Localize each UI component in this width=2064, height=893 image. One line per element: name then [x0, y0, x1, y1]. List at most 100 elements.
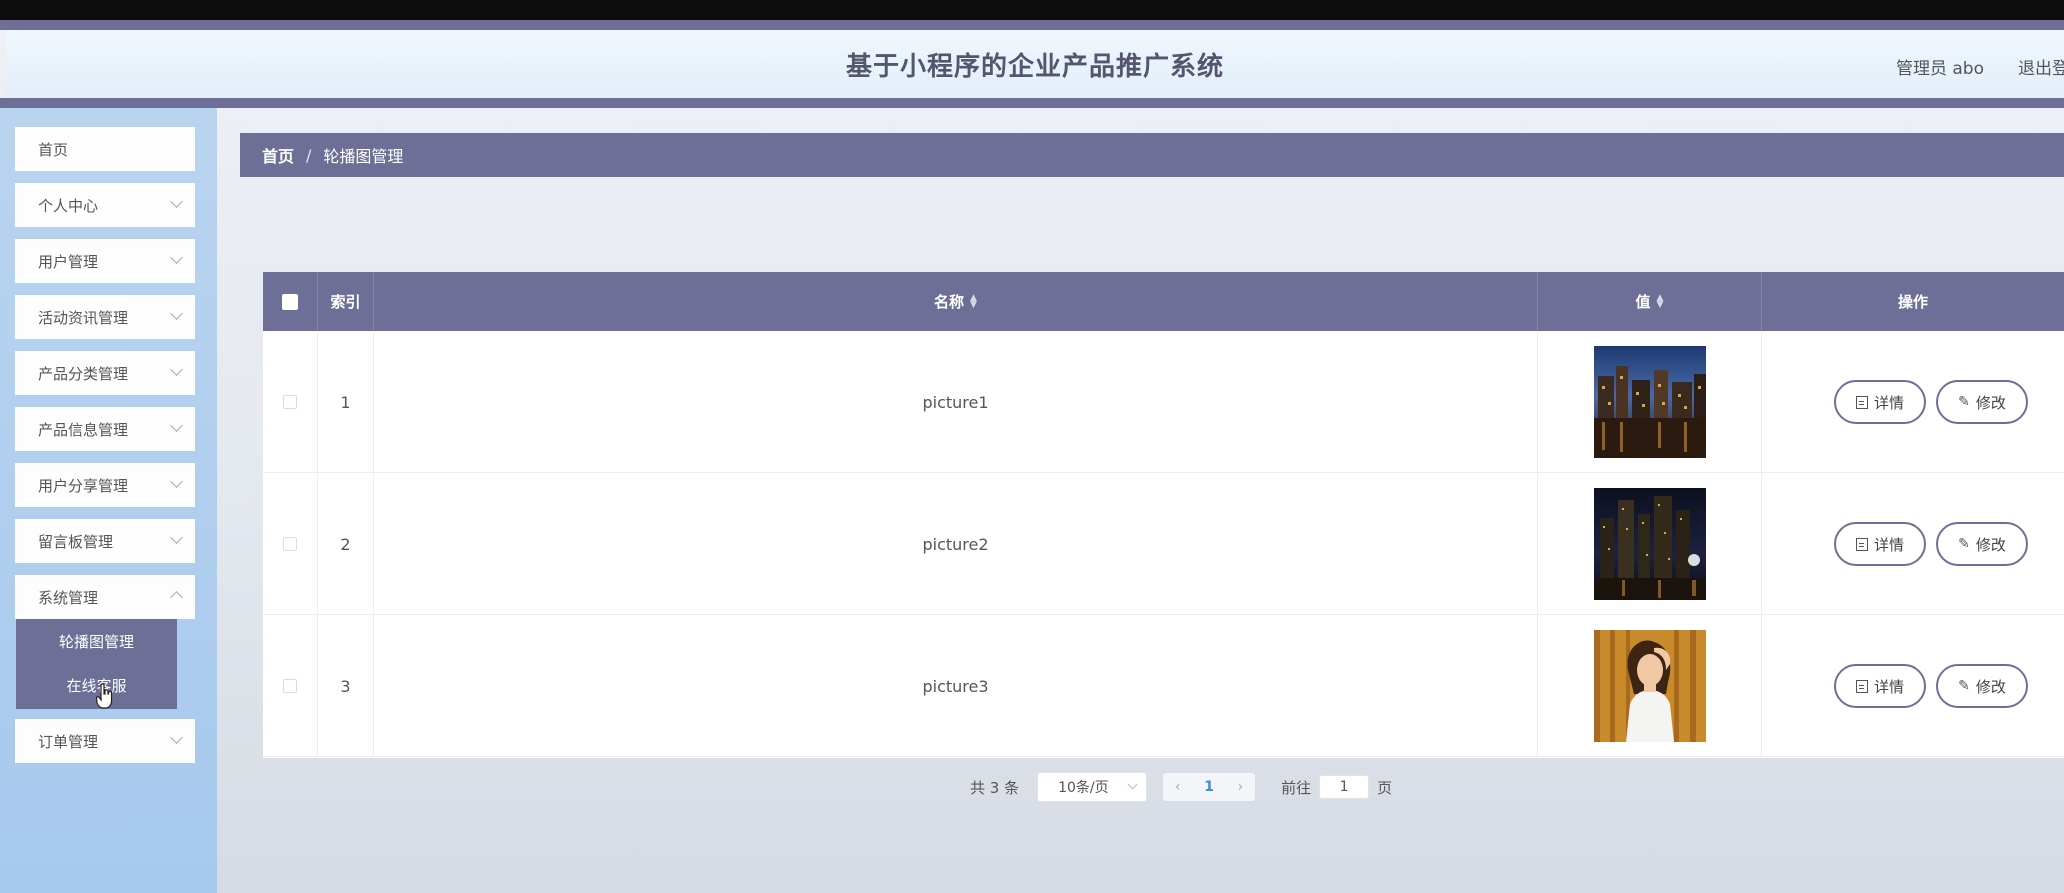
index-cell: 2	[318, 473, 374, 615]
sidebar-item-product-category[interactable]: 产品分类管理	[15, 351, 195, 395]
edit-button-label: 修改	[1975, 535, 2006, 554]
actions-cell: 详情 ✎ 修改	[1762, 331, 2064, 473]
screen-top-bar	[0, 0, 2064, 20]
submenu-item-label: 轮播图管理	[58, 632, 134, 651]
breadcrumb-home[interactable]: 首页	[262, 143, 294, 167]
row-select-cell	[263, 473, 318, 615]
sidebar-item-order-management[interactable]: 订单管理	[15, 719, 195, 763]
edit-button[interactable]: ✎ 修改	[1936, 664, 2028, 708]
carousel-thumbnail-image	[1593, 488, 1706, 600]
column-header-label: 名称	[934, 293, 965, 311]
logout-link[interactable]: 退出登录	[2018, 54, 2064, 79]
edit-button[interactable]: ✎ 修改	[1936, 522, 2028, 566]
chevron-down-icon	[1127, 779, 1138, 790]
chevron-down-icon	[170, 731, 183, 744]
edit-button-label: 修改	[1975, 393, 2006, 412]
total-count: 共 3 条	[970, 778, 1020, 797]
submenu-item-carousel[interactable]: 轮播图管理	[16, 619, 177, 663]
edit-button-label: 修改	[1975, 677, 2006, 696]
detail-button[interactable]: 详情	[1834, 380, 1926, 424]
chevron-up-icon	[170, 591, 183, 604]
value-cell	[1538, 615, 1762, 757]
sidebar-item-label: 产品信息管理	[38, 420, 129, 439]
header-accent-strip	[0, 98, 2064, 108]
index-cell: 1	[318, 331, 374, 473]
detail-button[interactable]: 详情	[1834, 522, 1926, 566]
breadcrumb-separator: /	[306, 145, 312, 165]
chevron-down-icon	[170, 531, 183, 544]
table-row: 2 picture2 详情 ✎ 修改	[263, 473, 2064, 615]
current-page[interactable]: 1	[1204, 779, 1214, 795]
sidebar-item-system-management[interactable]: 系统管理	[15, 575, 195, 619]
table-row: 3 picture3 详情 ✎ 修改	[263, 615, 2064, 757]
name-cell: picture3	[374, 615, 1538, 757]
page-suffix-label: 页	[1377, 778, 1393, 797]
goto-page-input[interactable]: 1	[1319, 775, 1370, 799]
sidebar-item-user-share[interactable]: 用户分享管理	[15, 463, 195, 507]
value-cell	[1538, 331, 1762, 473]
row-select-cell	[263, 615, 318, 757]
header-actions: 操作	[1762, 272, 2064, 331]
row-checkbox[interactable]	[283, 679, 297, 693]
document-icon	[1855, 537, 1868, 551]
sort-icon[interactable]: ▲ ▼	[970, 293, 977, 309]
sidebar: 首页 个人中心 用户管理 活动资讯管理 产品分类管理 产品信息管理 用户分享管理…	[0, 108, 217, 893]
current-user-label: 管理员 abo	[1895, 59, 1984, 79]
sidebar-item-label: 用户管理	[38, 252, 99, 271]
header-value[interactable]: 值 ▲ ▼	[1538, 272, 1762, 331]
value-cell	[1538, 473, 1762, 615]
page-navigator: ‹ 1 ›	[1163, 773, 1256, 801]
sidebar-item-message-board[interactable]: 留言板管理	[15, 519, 195, 563]
detail-button[interactable]: 详情	[1834, 664, 1926, 708]
sidebar-item-label: 系统管理	[38, 588, 99, 607]
sidebar-item-product-info[interactable]: 产品信息管理	[15, 407, 195, 451]
app-title: 基于小程序的企业产品推广系统	[845, 51, 1224, 82]
carousel-thumbnail-image	[1593, 346, 1706, 458]
name-cell: picture1	[374, 331, 1538, 473]
name-cell: picture2	[374, 473, 1538, 615]
carousel-table: 索引 名称 ▲ ▼ 值 ▲ ▼ 操作 1 picture1 详情 ✎ 修改 2 …	[263, 272, 2064, 758]
app-header: 基于小程序的企业产品推广系统 管理员 abo 退出登录	[6, 30, 2064, 98]
breadcrumb: 首页 / 轮播图管理	[240, 133, 2064, 177]
sidebar-item-personal-center[interactable]: 个人中心	[15, 183, 195, 227]
sidebar-item-label: 订单管理	[38, 732, 99, 751]
pencil-icon: ✎	[1958, 536, 1970, 552]
header-select-all-cell	[263, 272, 318, 331]
detail-button-label: 详情	[1873, 677, 1904, 696]
page-size-value: 10条/页	[1058, 780, 1109, 796]
sidebar-item-label: 留言板管理	[38, 532, 114, 551]
sort-icon[interactable]: ▲ ▼	[1657, 293, 1664, 309]
chevron-down-icon	[170, 251, 183, 264]
chevron-down-icon	[170, 307, 183, 320]
next-page-icon[interactable]: ›	[1238, 779, 1244, 795]
sidebar-item-label: 产品分类管理	[38, 364, 129, 383]
prev-page-icon[interactable]: ‹	[1175, 779, 1181, 795]
row-checkbox[interactable]	[283, 395, 297, 409]
sidebar-item-label: 首页	[38, 140, 69, 159]
document-icon	[1855, 395, 1868, 409]
carousel-thumbnail-image	[1593, 630, 1706, 742]
detail-button-label: 详情	[1873, 535, 1904, 554]
sidebar-item-label: 用户分享管理	[38, 476, 129, 495]
page-size-select[interactable]: 10条/页	[1037, 772, 1148, 802]
edit-button[interactable]: ✎ 修改	[1936, 380, 2028, 424]
chevron-down-icon	[170, 475, 183, 488]
chevron-down-icon	[170, 363, 183, 376]
row-select-cell	[263, 331, 318, 473]
select-all-checkbox[interactable]	[282, 293, 298, 310]
document-icon	[1855, 679, 1868, 693]
sidebar-item-home[interactable]: 首页	[15, 127, 195, 171]
table-row: 1 picture1 详情 ✎ 修改	[263, 331, 2064, 473]
chevron-down-icon	[170, 419, 183, 432]
breadcrumb-current: 轮播图管理	[323, 147, 404, 166]
detail-button-label: 详情	[1873, 393, 1904, 412]
row-checkbox[interactable]	[283, 537, 297, 551]
top-accent-strip	[0, 20, 2064, 30]
header-name[interactable]: 名称 ▲ ▼	[374, 272, 1538, 331]
table-header: 索引 名称 ▲ ▼ 值 ▲ ▼ 操作	[263, 272, 2064, 331]
sidebar-item-user-management[interactable]: 用户管理	[15, 239, 195, 283]
actions-cell: 详情 ✎ 修改	[1762, 615, 2064, 757]
chevron-down-icon	[170, 195, 183, 208]
sidebar-item-activity-news[interactable]: 活动资讯管理	[15, 295, 195, 339]
column-header-label: 值	[1635, 293, 1651, 311]
